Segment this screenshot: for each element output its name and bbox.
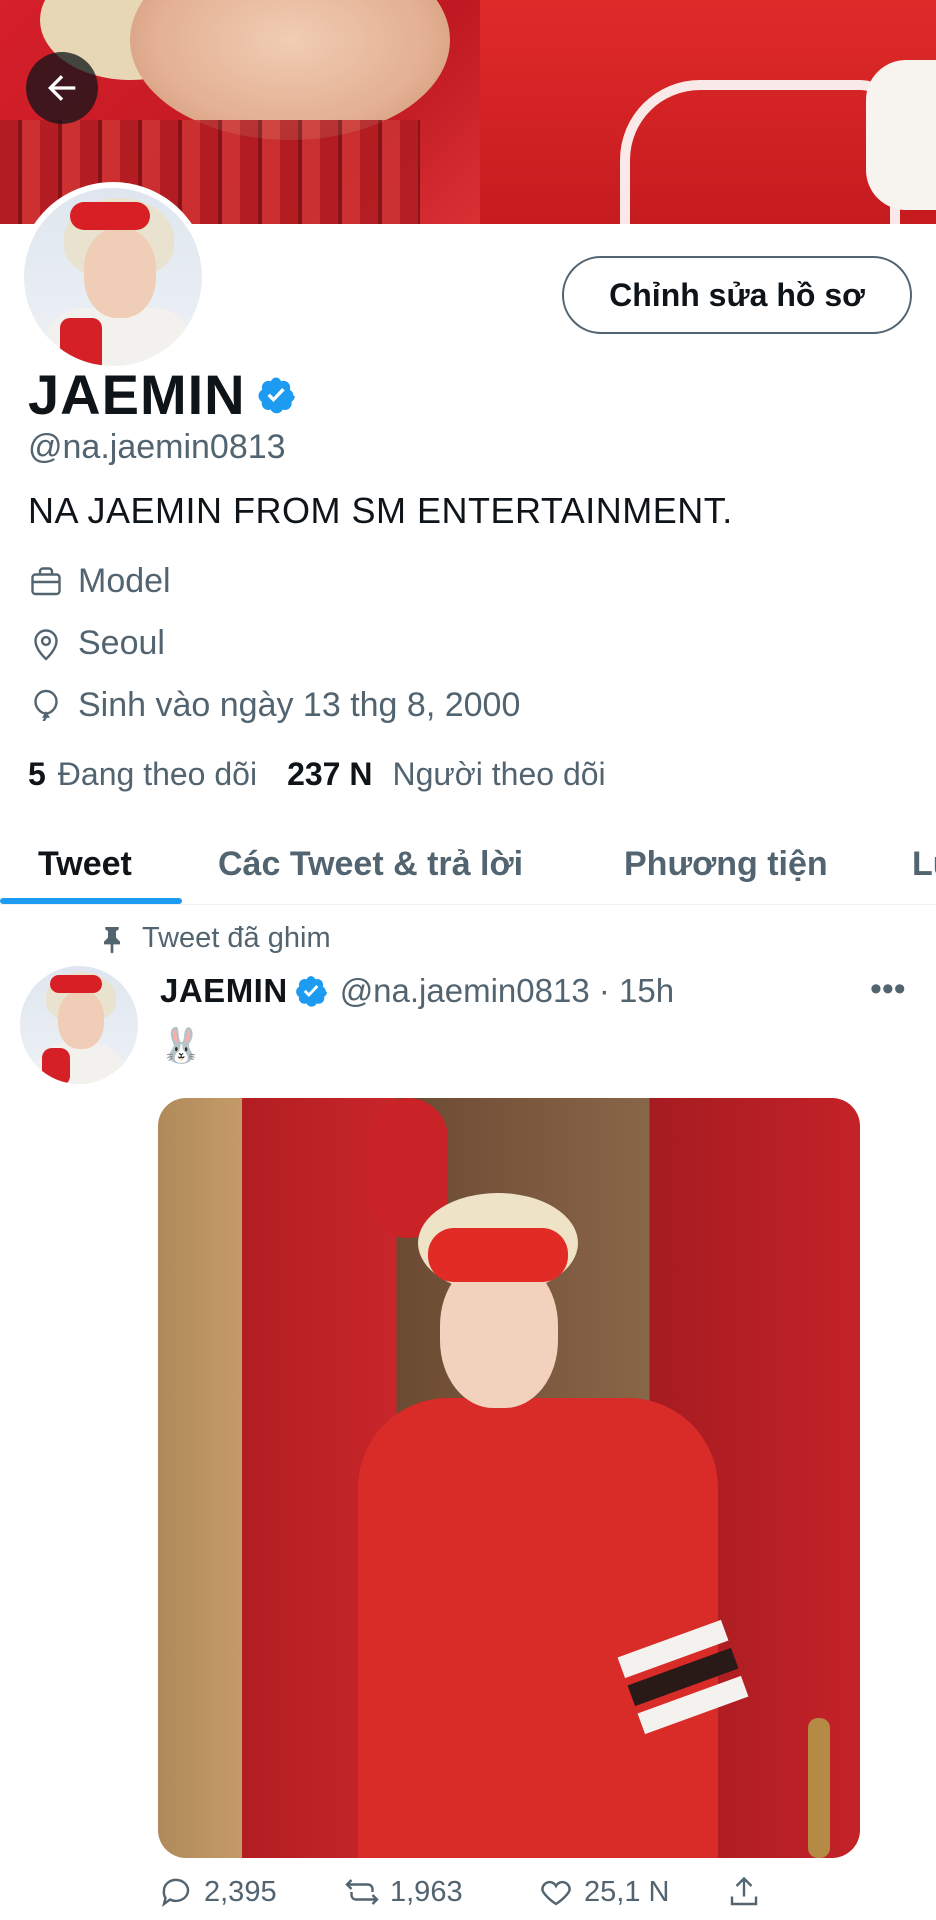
more-options-icon[interactable]: •••: [870, 970, 906, 1009]
location-pin-icon: [34, 628, 58, 661]
like-count: 25,1 N: [584, 1875, 670, 1908]
followers-count: 237 N: [287, 756, 373, 792]
tweet-text: 🐰: [160, 1027, 203, 1065]
verified-badge-icon: [295, 976, 327, 1007]
tweet-actions: 2,395 1,963 25,1 N: [158, 1874, 860, 1914]
profile-birthday: Sinh vào ngày 13 thg 8, 2000: [28, 686, 520, 725]
share-icon: [730, 1876, 758, 1906]
tweet-photo[interactable]: [158, 1098, 860, 1858]
edit-profile-button[interactable]: Chỉnh sửa hồ sơ: [562, 256, 912, 334]
heart-icon: [541, 1880, 571, 1906]
share-button[interactable]: [726, 1874, 772, 1910]
profile-name-text: JAEMIN: [28, 363, 246, 426]
profile-avatar[interactable]: [18, 182, 208, 372]
tabs-divider: [0, 904, 936, 905]
profile-tabs: Tweet Các Tweet & trả lời Phương tiện Lư: [0, 822, 936, 906]
profile-handle: @na.jaemin0813: [28, 428, 286, 466]
like-button[interactable]: 25,1 N: [538, 1874, 669, 1910]
profile-location: Seoul: [28, 624, 165, 663]
profile-birthday-text: Sinh vào ngày 13 thg 8, 2000: [78, 686, 521, 724]
profile-name: JAEMIN: [28, 362, 296, 427]
briefcase-icon: [31, 566, 61, 595]
profile-bio: NA JAEMIN FROM SM ENTERTAINMENT.: [28, 490, 733, 531]
arrow-left-icon: [48, 75, 76, 101]
tweet-author[interactable]: JAEMIN: [160, 972, 288, 1010]
tab-tweets[interactable]: Tweet: [38, 822, 132, 906]
pin-icon: [104, 926, 120, 954]
followers-link[interactable]: 237 N Người theo dõi: [287, 756, 606, 793]
retweet-count: 1,963: [390, 1875, 463, 1908]
profile-location-text: Seoul: [78, 624, 165, 662]
following-link[interactable]: 5 Đang theo dõi: [28, 756, 257, 793]
reply-count: 2,395: [204, 1875, 277, 1908]
profile-category: Model: [28, 562, 171, 601]
reply-icon: [162, 1878, 190, 1907]
balloon-icon: [34, 689, 58, 721]
following-count: 5: [28, 756, 46, 792]
tab-tweets-replies[interactable]: Các Tweet & trả lời: [218, 822, 523, 906]
back-button[interactable]: [26, 52, 98, 124]
retweet-icon: [345, 1879, 379, 1905]
reply-button[interactable]: 2,395: [158, 1874, 277, 1910]
tab-likes[interactable]: Lư: [912, 822, 936, 906]
followers-label: Người theo dõi: [392, 756, 606, 792]
pinned-label: Tweet đã ghim: [96, 922, 331, 955]
retweet-button[interactable]: 1,963: [344, 1874, 463, 1910]
verified-badge-icon: [258, 377, 295, 413]
tweet-handle-time: @na.jaemin0813 · 15h: [339, 972, 675, 1009]
follow-stats: 5 Đang theo dõi 237 N Người theo dõi: [28, 756, 606, 793]
tab-media[interactable]: Phương tiện: [624, 822, 828, 906]
tweet-header: JAEMIN @na.jaemin0813 · 15h: [160, 972, 674, 1010]
pinned-label-text: Tweet đã ghim: [142, 922, 331, 954]
following-label: Đang theo dõi: [57, 756, 258, 792]
tweet-avatar[interactable]: [20, 966, 138, 1084]
profile-category-text: Model: [78, 562, 171, 600]
